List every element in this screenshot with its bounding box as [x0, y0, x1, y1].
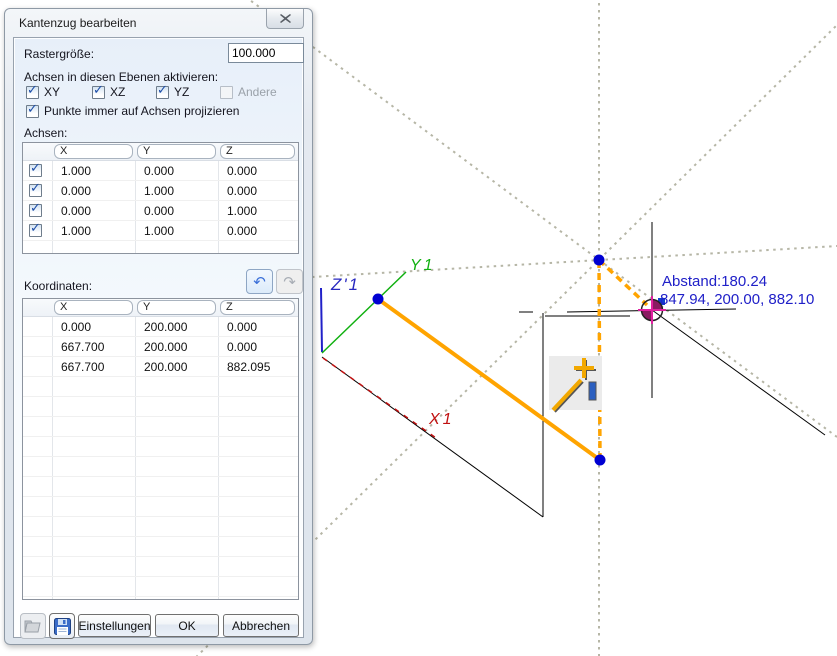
table-row[interactable]: ✓ 0.000 0.000 1.000: [23, 201, 298, 221]
load-icon: [24, 618, 42, 634]
z-axis-line: [321, 288, 322, 352]
coordinates-table[interactable]: X Y Z 0.000 200.000 0.000 667.700 200.00…: [22, 298, 299, 600]
empty-table-row: [23, 377, 298, 397]
table-row[interactable]: 667.700 200.000 882.095: [23, 357, 298, 377]
redo-icon: ↷: [283, 273, 296, 291]
edit-polyline-dialog: Kantenzug bearbeiten Rastergröße: Achsen…: [4, 8, 313, 645]
cancel-button[interactable]: Abbrechen: [223, 614, 299, 637]
axes-table[interactable]: X Y Z ✓ 1.000 0.000 0.000 ✓ 0.000 1.000: [22, 142, 299, 254]
plane-checkbox-row: ✓ XY ✓ XZ ✓ YZ Andere: [26, 84, 298, 100]
model-edge[interactable]: [652, 310, 825, 435]
y-axis-label: Y1: [410, 257, 436, 274]
check-icon: ✓: [30, 181, 41, 196]
coordinates-table-body: 0.000 200.000 0.000 667.700 200.000 0.00…: [23, 317, 298, 600]
check-icon: ✓: [27, 102, 38, 117]
check-icon: ✓: [157, 83, 168, 98]
checkbox-yz[interactable]: ✓ YZ: [156, 85, 220, 99]
polyline-point-3[interactable]: [594, 255, 605, 266]
column-header-x[interactable]: X: [54, 144, 133, 159]
column-header-y[interactable]: Y: [137, 300, 216, 315]
settings-button[interactable]: Einstellungen: [78, 614, 151, 637]
checkbox-xy[interactable]: ✓ XY: [26, 85, 92, 99]
column-header-y[interactable]: Y: [137, 144, 216, 159]
empty-table-row: [23, 397, 298, 417]
ok-button[interactable]: OK: [155, 614, 219, 637]
empty-table-row: [23, 497, 298, 517]
undo-icon: ↶: [253, 273, 266, 291]
empty-table-row: [23, 437, 298, 457]
raster-size-input[interactable]: [228, 43, 304, 63]
model-edge[interactable]: [322, 357, 543, 517]
checkbox-project-points[interactable]: ✓ Punkte immer auf Achsen projizieren: [26, 103, 239, 119]
table-row[interactable]: 667.700 200.000 0.000: [23, 337, 298, 357]
save-icon: [54, 618, 71, 635]
check-icon: ✓: [30, 221, 41, 236]
empty-table-row: [23, 577, 298, 597]
column-header-z[interactable]: Z: [220, 300, 295, 315]
table-row[interactable]: ✓ 0.000 1.000 0.000: [23, 181, 298, 201]
empty-table-row: [23, 537, 298, 557]
coordinate-readout: 847.94, 200.00, 882.10: [660, 291, 814, 308]
load-button: [20, 613, 46, 639]
planes-label: Achsen in diesen Ebenen aktivieren:: [24, 70, 218, 84]
empty-table-row: [23, 457, 298, 477]
table-row[interactable]: ✓ 1.000 0.000 0.000: [23, 161, 298, 181]
checkbox-andere: Andere: [220, 85, 277, 99]
empty-table-row: [23, 477, 298, 497]
undo-button[interactable]: ↶: [246, 269, 273, 294]
dialog-title: Kantenzug bearbeiten: [19, 16, 136, 30]
check-icon: ✓: [27, 83, 38, 98]
x-axis-label: X1: [428, 411, 455, 428]
save-button[interactable]: [49, 613, 75, 639]
check-icon: ✓: [30, 201, 41, 216]
check-icon: ✓: [30, 161, 41, 176]
polyline-point-1[interactable]: [373, 294, 384, 305]
polyline-point-2[interactable]: [595, 455, 606, 466]
coords-table-label: Koordinaten:: [24, 279, 92, 293]
empty-table-row: [23, 557, 298, 577]
empty-table-row: [23, 517, 298, 537]
check-icon: ✓: [93, 83, 104, 98]
z-axis-label: Z'1: [330, 275, 360, 294]
distance-readout: Abstand:180.24: [662, 273, 767, 290]
redo-button: ↷: [276, 269, 303, 294]
axes-table-header: X Y Z: [23, 143, 298, 161]
empty-table-row: [23, 417, 298, 437]
close-button[interactable]: [266, 9, 304, 29]
application-window: Z'1 Y1 X1 Abstand:180.24 847.94, 200.00,…: [0, 0, 837, 656]
table-row[interactable]: 0.000 200.000 0.000: [23, 317, 298, 337]
dialog-content: Rastergröße: Achsen in diesen Ebenen akt…: [13, 37, 304, 638]
close-icon: [280, 14, 291, 23]
coordinates-table-header: X Y Z: [23, 299, 298, 317]
construction-line-x: [223, 0, 837, 437]
empty-table-row: [23, 597, 298, 600]
column-header-z[interactable]: Z: [220, 144, 295, 159]
rubber-band-segment: [599, 260, 647, 305]
checkbox-xz[interactable]: ✓ XZ: [92, 85, 156, 99]
add-point-cursor-icon: [549, 356, 602, 412]
raster-label: Rastergröße:: [24, 47, 94, 61]
axes-table-body: ✓ 1.000 0.000 0.000 ✓ 0.000 1.000 0.000 …: [23, 161, 298, 254]
dialog-titlebar[interactable]: Kantenzug bearbeiten: [5, 9, 312, 37]
column-header-x[interactable]: X: [54, 300, 133, 315]
axes-table-label: Achsen:: [24, 126, 67, 140]
table-row[interactable]: ✓ 1.000 1.000 0.000: [23, 221, 298, 241]
empty-table-row: [23, 241, 298, 254]
